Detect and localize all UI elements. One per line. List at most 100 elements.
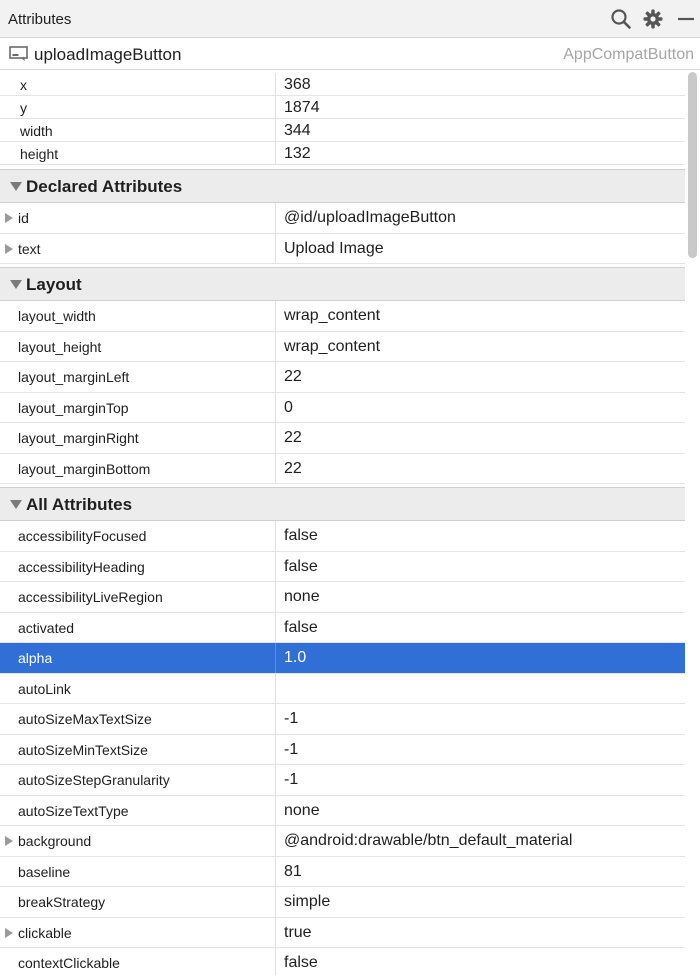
attribute-value[interactable]: simple: [284, 893, 330, 911]
column-divider: [275, 142, 276, 164]
column-divider: [275, 423, 276, 453]
attribute-row-auto-size-text-type[interactable]: autoSizeTextType none: [0, 795, 685, 826]
section-title: Layout: [26, 275, 82, 294]
attribute-row-layout-height[interactable]: layout_height wrap_content: [0, 331, 685, 362]
column-divider: [275, 301, 276, 331]
attribute-value[interactable]: 368: [284, 76, 311, 94]
attribute-row-x[interactable]: x 368: [0, 73, 685, 96]
attribute-row-break-strategy[interactable]: breakStrategy simple: [0, 887, 685, 918]
collapse-arrow-icon[interactable]: [10, 500, 22, 509]
attribute-name: text: [18, 240, 41, 257]
attribute-value[interactable]: Upload Image: [284, 240, 384, 258]
component-type: AppCompatButton: [563, 46, 694, 63]
attribute-row-y[interactable]: y 1874: [0, 96, 685, 119]
attribute-value[interactable]: 344: [284, 122, 311, 140]
attribute-name: height: [20, 145, 59, 162]
section-header-all[interactable]: All Attributes: [0, 487, 685, 521]
attribute-row-alpha[interactable]: alpha 1.0: [0, 643, 685, 674]
collapse-arrow-icon[interactable]: [10, 182, 22, 191]
column-divider: [275, 765, 276, 795]
attribute-row-baseline[interactable]: baseline 81: [0, 856, 685, 887]
section-header-declared[interactable]: Declared Attributes: [0, 169, 685, 203]
attribute-row-id[interactable]: id @id/uploadImageButton: [0, 203, 685, 234]
attribute-row-auto-link[interactable]: autoLink: [0, 673, 685, 704]
attribute-value[interactable]: 22: [284, 368, 302, 386]
attribute-row-auto-size-max-text-size[interactable]: autoSizeMaxTextSize -1: [0, 704, 685, 735]
attribute-row-activated[interactable]: activated false: [0, 612, 685, 643]
attribute-value[interactable]: @android:drawable/btn_default_material: [284, 832, 572, 850]
column-divider: [275, 233, 276, 263]
attribute-value[interactable]: true: [284, 924, 312, 942]
attribute-row-context-clickable[interactable]: contextClickable false: [0, 948, 685, 975]
column-divider: [275, 643, 276, 673]
attribute-name: accessibilityHeading: [18, 558, 145, 575]
column-divider: [275, 826, 276, 856]
attribute-value[interactable]: 81: [284, 863, 302, 881]
attribute-value[interactable]: 1.0: [284, 649, 306, 667]
attribute-name: breakStrategy: [18, 894, 106, 911]
attribute-value[interactable]: -1: [284, 710, 298, 728]
column-divider: [275, 331, 276, 361]
attribute-row-layout-margin-left[interactable]: layout_marginLeft 22: [0, 362, 685, 393]
column-divider: [275, 734, 276, 764]
attribute-row-accessibility-heading[interactable]: accessibilityHeading false: [0, 551, 685, 582]
attribute-value[interactable]: 22: [284, 429, 302, 447]
vertical-scrollbar[interactable]: [688, 72, 697, 258]
attribute-value[interactable]: -1: [284, 741, 298, 759]
attribute-name: autoSizeStepGranularity: [18, 772, 170, 789]
collapse-arrow-icon[interactable]: [10, 280, 22, 289]
attribute-name: accessibilityFocused: [18, 528, 147, 545]
expand-arrow-icon[interactable]: [5, 927, 13, 938]
attribute-name: alpha: [18, 650, 53, 667]
column-divider: [275, 704, 276, 734]
gear-icon[interactable]: [642, 8, 664, 30]
attribute-name: contextClickable: [18, 955, 120, 972]
component-header: uploadImageButton AppCompatButton: [0, 38, 700, 70]
attribute-row-background[interactable]: background @android:drawable/btn_default_…: [0, 826, 685, 857]
minimize-icon[interactable]: [675, 8, 697, 30]
attribute-value[interactable]: none: [284, 802, 320, 820]
attribute-row-auto-size-step-granularity[interactable]: autoSizeStepGranularity -1: [0, 765, 685, 796]
search-icon[interactable]: [610, 8, 632, 30]
attribute-value[interactable]: false: [284, 619, 318, 637]
attribute-name: background: [18, 833, 92, 850]
column-divider: [275, 856, 276, 886]
attribute-value[interactable]: 132: [284, 145, 311, 163]
attribute-row-accessibility-live-region[interactable]: accessibilityLiveRegion none: [0, 582, 685, 613]
expand-arrow-icon[interactable]: [5, 213, 13, 224]
attribute-row-auto-size-min-text-size[interactable]: autoSizeMinTextSize -1: [0, 734, 685, 765]
attribute-value[interactable]: @id/uploadImageButton: [284, 209, 456, 227]
attribute-row-layout-margin-top[interactable]: layout_marginTop 0: [0, 392, 685, 423]
attribute-name: activated: [18, 619, 75, 636]
attribute-name: y: [20, 99, 27, 116]
section-header-layout[interactable]: Layout: [0, 267, 685, 301]
attribute-row-text[interactable]: text Upload Image: [0, 233, 685, 264]
attribute-value[interactable]: 1874: [284, 99, 320, 117]
expand-arrow-icon[interactable]: [5, 243, 13, 254]
attribute-value[interactable]: false: [284, 558, 318, 576]
attribute-name: layout_marginBottom: [18, 460, 151, 477]
attribute-value[interactable]: wrap_content: [284, 307, 380, 325]
attribute-value[interactable]: false: [284, 527, 318, 545]
column-divider: [275, 551, 276, 581]
attribute-row-height[interactable]: height 132: [0, 142, 685, 165]
attribute-row-layout-margin-right[interactable]: layout_marginRight 22: [0, 423, 685, 454]
attribute-row-layout-margin-bottom[interactable]: layout_marginBottom 22: [0, 453, 685, 484]
attribute-value[interactable]: wrap_content: [284, 338, 380, 356]
attribute-name: id: [18, 210, 29, 227]
column-divider: [275, 795, 276, 825]
attribute-row-width[interactable]: width 344: [0, 119, 685, 142]
attribute-value[interactable]: 0: [284, 399, 293, 417]
attribute-value[interactable]: 22: [284, 460, 302, 478]
attribute-row-clickable[interactable]: clickable true: [0, 917, 685, 948]
expand-arrow-icon[interactable]: [5, 836, 13, 847]
attribute-value[interactable]: false: [284, 954, 318, 972]
column-divider: [275, 612, 276, 642]
section-title: Declared Attributes: [26, 177, 183, 196]
attribute-row-layout-width[interactable]: layout_width wrap_content: [0, 301, 685, 332]
attribute-value[interactable]: -1: [284, 771, 298, 789]
attribute-name: autoSizeMaxTextSize: [18, 711, 152, 728]
attribute-value[interactable]: none: [284, 588, 320, 606]
attribute-row-accessibility-focused[interactable]: accessibilityFocused false: [0, 521, 685, 552]
attribute-name: layout_width: [18, 308, 96, 325]
